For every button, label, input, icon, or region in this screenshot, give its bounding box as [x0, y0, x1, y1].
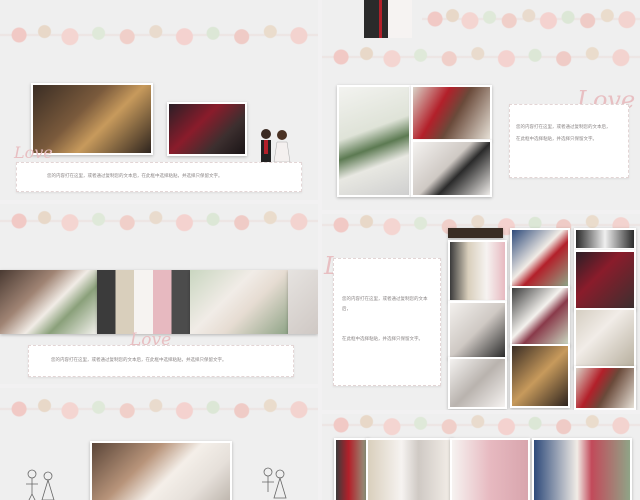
photo-grid-7	[510, 344, 570, 408]
floral-garland	[0, 204, 318, 238]
slide-top-right[interactable]: Love 您的内容打在这里，或者通过复制您的文本后， 在此框中选择粘贴，并选择只…	[322, 0, 640, 210]
floral-garland	[0, 18, 318, 52]
photo-bride	[190, 270, 288, 334]
photo-bottom-2	[366, 438, 454, 500]
photo-grid-6	[510, 286, 570, 346]
photo-grid-9	[574, 250, 636, 310]
slide-bottom-right[interactable]	[322, 414, 640, 500]
photo-grid-1	[448, 228, 503, 238]
photo-grid-4	[448, 357, 507, 409]
slide-middle-right[interactable]: Love 您的内容打在这里，或者通过复制您的文本后， 在此框中选择粘贴，并选择只…	[322, 214, 640, 410]
photo-bottom-4	[532, 438, 632, 500]
photo-grid-3	[448, 301, 507, 359]
photo-phone-couple	[411, 85, 492, 141]
photo-ring-hands	[0, 270, 97, 334]
text-card: 您的内容打在这里，或者通过复制您的文本后，在此框中选择粘贴，并选择只保留文字。	[16, 162, 302, 192]
photo-bouquet	[337, 85, 411, 197]
floral-garland	[0, 392, 318, 426]
photo-rings-bouquet	[90, 441, 232, 500]
photo-couple-top	[352, 0, 412, 38]
body-text-line-2: 在此框中选择粘贴，并选择只保留文字。	[342, 337, 423, 342]
photo-wedding-party	[97, 270, 190, 334]
photo-hands	[411, 140, 492, 197]
photo-bottom-1	[334, 438, 370, 500]
photo-grid-8	[574, 228, 636, 250]
sketch-couple-right	[262, 467, 287, 499]
photo-grid-5	[510, 228, 570, 288]
body-text-line-1: 您的内容打在这里，或者通过复制您的文本后，	[516, 125, 611, 130]
photo-grid-10	[574, 308, 636, 368]
slide-middle-left[interactable]: Love 您的内容打在这里，或者通过复制您的文本后，在此框中选择粘贴，并选择只保…	[0, 204, 318, 384]
text-card: 您的内容打在这里，或者通过复制您的文本后， 在此框中选择粘贴，并选择只保留文字。	[509, 104, 629, 178]
text-card: 您的内容打在这里，或者通过复制您的文本后， 在此框中选择粘贴，并选择只保留文字。	[333, 258, 441, 386]
couple-illustration	[261, 129, 291, 163]
floral-garland	[322, 40, 640, 74]
photo-partial	[288, 270, 318, 334]
body-text: 您的内容打在这里，或者通过复制您的文本后，在此框中选择粘贴，并选择只保留文字。	[47, 174, 223, 179]
body-text-line-2: 在此框中选择粘贴，并选择只保留文字。	[516, 137, 597, 142]
slide-top-left[interactable]: Love 您的内容打在这里，或者通过复制您的文本后，在此框中选择粘贴，并选择只保…	[0, 0, 318, 200]
photo-grid-2	[448, 240, 507, 302]
body-text: 您的内容打在这里，或者通过复制您的文本后，在此框中选择粘贴，并选择只保留文字。	[51, 358, 227, 363]
photo-cinema	[167, 102, 247, 156]
sketch-couple-left	[26, 469, 55, 500]
slide-bottom-left[interactable]	[0, 388, 318, 500]
photo-grid-11	[574, 366, 636, 410]
text-card: 您的内容打在这里，或者通过复制您的文本后，在此框中选择粘贴，并选择只保留文字。	[28, 345, 294, 377]
floral-garland	[422, 2, 640, 36]
photo-bottom-3	[450, 438, 530, 500]
body-text-line-1: 您的内容打在这里，或者通过复制您的文本后，	[342, 297, 428, 312]
love-script: Love	[14, 143, 53, 162]
